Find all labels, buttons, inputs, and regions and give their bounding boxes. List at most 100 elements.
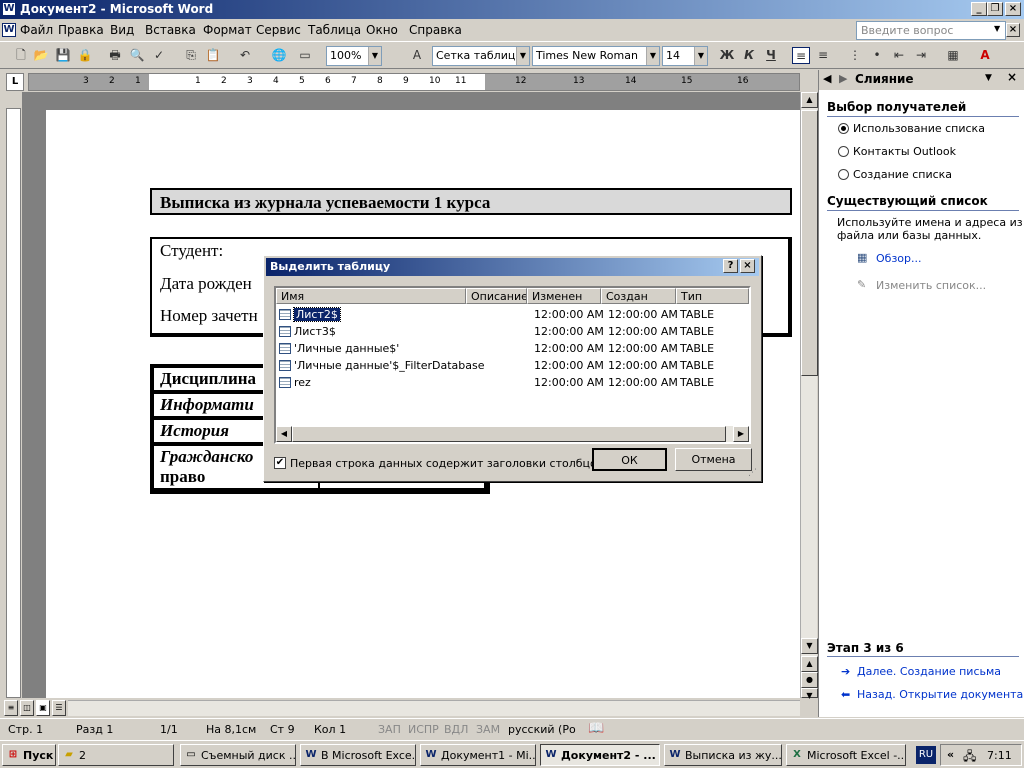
scroll-up-icon[interactable]: ▲ bbox=[801, 92, 818, 108]
status-ovr[interactable]: ЗАМ bbox=[476, 723, 500, 736]
hyperlink-icon[interactable]: 🌐 bbox=[270, 47, 288, 64]
header-row-checkbox-label[interactable]: Первая строка данных содержит заголовки … bbox=[290, 457, 603, 470]
undo-icon[interactable]: ↶ bbox=[236, 47, 254, 64]
column-header-description[interactable]: Описание bbox=[466, 288, 527, 304]
list-horizontal-scrollbar[interactable]: ◀ ▶ bbox=[276, 426, 749, 442]
back-arrow-icon[interactable]: ◀ bbox=[823, 72, 831, 85]
resize-grip-icon[interactable]: ⋰ bbox=[748, 468, 760, 480]
table-row[interactable]: rez 12:00:00 AM 12:00:00 AM TABLE bbox=[276, 374, 749, 391]
increase-indent-icon[interactable]: ⇥ bbox=[912, 47, 930, 64]
browse-object-icon[interactable]: ● bbox=[801, 672, 818, 688]
vertical-ruler[interactable] bbox=[6, 108, 21, 698]
help-question-input[interactable]: Введите вопрос bbox=[856, 21, 1006, 40]
spelling-icon[interactable]: ✓ bbox=[150, 47, 168, 64]
word-app-icon[interactable]: W bbox=[2, 2, 16, 16]
document-heading[interactable]: Выписка из журнала успеваемости 1 курса bbox=[150, 188, 792, 215]
forward-arrow-icon[interactable]: ▶ bbox=[839, 72, 847, 85]
dialog-close-icon[interactable]: × bbox=[740, 259, 755, 273]
print-icon[interactable]: 🖶 bbox=[106, 47, 124, 64]
menu-view[interactable]: Вид bbox=[110, 23, 134, 37]
tab-selector-icon[interactable]: L bbox=[6, 73, 24, 91]
zoom-select[interactable]: 100% ▼ bbox=[326, 46, 382, 66]
table-list[interactable]: Имя Описание Изменен Создан Тип Лист2$ 1… bbox=[274, 286, 751, 444]
font-select[interactable]: Times New Roman ▼ bbox=[532, 46, 660, 66]
horizontal-scrollbar[interactable] bbox=[68, 700, 800, 716]
radio-use-list[interactable] bbox=[838, 123, 849, 134]
task-pane-close-icon[interactable]: × bbox=[1007, 70, 1017, 84]
radio-outlook-contacts-label[interactable]: Контакты Outlook bbox=[853, 145, 956, 158]
copy-icon[interactable]: ⎘ bbox=[182, 47, 200, 64]
numbering-icon[interactable]: ⋮ bbox=[846, 47, 864, 64]
help-dropdown-icon[interactable]: ▼ bbox=[994, 24, 1000, 33]
style-select[interactable]: Сетка таблицы ▼ bbox=[432, 46, 530, 66]
bullets-icon[interactable]: • bbox=[868, 47, 886, 64]
styles-icon[interactable]: A bbox=[408, 47, 426, 64]
previous-page-icon[interactable]: ▲ bbox=[801, 656, 818, 672]
normal-view-icon[interactable]: ≡ bbox=[4, 700, 18, 716]
status-rec[interactable]: ЗАП bbox=[378, 723, 401, 736]
spelling-status-icon[interactable]: 📖 bbox=[588, 721, 604, 736]
column-header-type[interactable]: Тип bbox=[676, 288, 749, 304]
scroll-thumb[interactable] bbox=[801, 110, 818, 376]
menu-format[interactable]: Формат bbox=[203, 23, 252, 37]
taskbar-item-extract[interactable]: W Выписка из жу... bbox=[664, 744, 782, 766]
status-ext[interactable]: ВДЛ bbox=[444, 723, 468, 736]
menu-table[interactable]: Таблица bbox=[308, 23, 361, 37]
tables-borders-icon[interactable]: ▭ bbox=[296, 47, 314, 64]
taskbar-item-doc1[interactable]: W Документ1 - Mi... bbox=[420, 744, 536, 766]
column-header-name[interactable]: Имя bbox=[276, 288, 466, 304]
tray-app-icon[interactable]: 🖧 bbox=[963, 747, 976, 768]
column-header-created[interactable]: Создан bbox=[601, 288, 676, 304]
radio-use-list-label[interactable]: Использование списка bbox=[853, 122, 985, 135]
back-step-link[interactable]: Назад. Открытие документа bbox=[857, 688, 1023, 701]
next-page-icon[interactable]: ▼ bbox=[801, 688, 818, 700]
bold-button[interactable]: Ж bbox=[718, 47, 736, 64]
taskbar-item-drive[interactable]: ▭ Съемный диск ... bbox=[180, 744, 296, 766]
scroll-left-icon[interactable]: ◀ bbox=[276, 426, 292, 442]
paste-icon[interactable]: 📋 bbox=[204, 47, 222, 64]
font-color-icon[interactable]: A bbox=[976, 47, 994, 64]
permission-icon[interactable]: 🔒 bbox=[76, 47, 94, 64]
italic-button[interactable]: К bbox=[740, 47, 758, 64]
document-icon[interactable]: W bbox=[2, 23, 16, 37]
radio-create-list-label[interactable]: Создание списка bbox=[853, 168, 952, 181]
edit-list-link[interactable]: Изменить список... bbox=[876, 279, 986, 292]
column-header-modified[interactable]: Изменен bbox=[527, 288, 601, 304]
status-trk[interactable]: ИСПР bbox=[408, 723, 439, 736]
clock[interactable]: 7:11 bbox=[987, 749, 1012, 762]
back-step-arrow-icon[interactable]: ⬅ bbox=[841, 688, 850, 701]
minimize-icon[interactable]: _ bbox=[971, 2, 987, 16]
print-preview-icon[interactable]: 🔍 bbox=[128, 47, 146, 64]
menu-window[interactable]: Окно bbox=[366, 23, 398, 37]
radio-outlook-contacts[interactable] bbox=[838, 146, 849, 157]
radio-create-list[interactable] bbox=[838, 169, 849, 180]
list-scroll-thumb[interactable] bbox=[292, 426, 726, 442]
scroll-right-icon[interactable]: ▶ bbox=[733, 426, 749, 442]
tray-expand-icon[interactable]: « bbox=[947, 748, 954, 761]
cancel-button[interactable]: Отмена bbox=[675, 448, 752, 471]
horizontal-ruler[interactable]: 3 2 1 1 2 3 4 5 6 7 8 9 10 11 12 13 14 1… bbox=[28, 73, 800, 91]
taskbar-item-word1[interactable]: W В Microsoft Exce... bbox=[300, 744, 416, 766]
next-step-link[interactable]: Далее. Создание письма bbox=[857, 665, 1001, 678]
font-size-select[interactable]: 14 ▼ bbox=[662, 46, 708, 66]
outline-view-icon[interactable]: ☰ bbox=[52, 700, 66, 716]
scroll-down-icon[interactable]: ▼ bbox=[801, 638, 818, 654]
menu-edit[interactable]: Правка bbox=[58, 23, 104, 37]
taskbar-item-folder[interactable]: ▰ 2 bbox=[58, 744, 174, 766]
menu-help[interactable]: Справка bbox=[409, 23, 462, 37]
close-icon[interactable]: × bbox=[1005, 2, 1021, 16]
table-row[interactable]: 'Личные данные'$_FilterDatabase 12:00:00… bbox=[276, 357, 749, 374]
taskbar-item-excel[interactable]: X Microsoft Excel -... bbox=[786, 744, 906, 766]
new-document-icon[interactable]: 🗋 bbox=[12, 47, 30, 64]
save-icon[interactable]: 💾 bbox=[54, 47, 72, 64]
vertical-scrollbar[interactable]: ▲ ▼ ▲ ● ▼ bbox=[800, 92, 818, 700]
table-row[interactable]: 'Личные данные$' 12:00:00 AM 12:00:00 AM… bbox=[276, 340, 749, 357]
menu-file[interactable]: Файл bbox=[20, 23, 53, 37]
borders-icon[interactable]: ▦ bbox=[944, 47, 962, 64]
ok-button[interactable]: ОК bbox=[592, 448, 667, 471]
web-view-icon[interactable]: ◫ bbox=[20, 700, 34, 716]
taskbar-item-doc2[interactable]: W Документ2 - ... bbox=[540, 744, 660, 766]
browse-link[interactable]: Обзор... bbox=[876, 252, 922, 265]
task-pane-menu-icon[interactable]: ▼ bbox=[985, 73, 992, 83]
align-center-icon[interactable]: ≡ bbox=[814, 47, 832, 64]
